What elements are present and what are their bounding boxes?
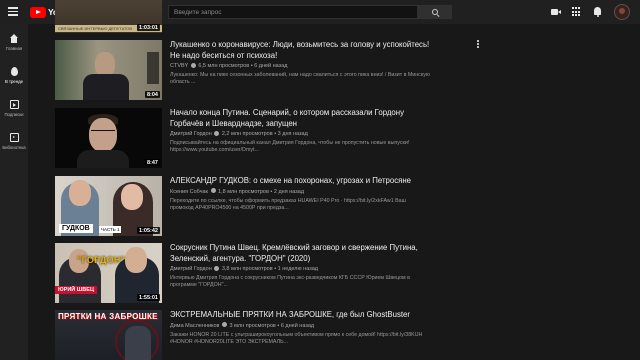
upload-age: 6 дней назад (280, 322, 315, 329)
video-thumbnail[interactable]: СВЯЗАННЫЕ ИНТЕРВЬЮ ДЕПУТАТОВ 1:03:01 (55, 0, 162, 33)
home-icon (9, 34, 19, 43)
video-thumbnail[interactable]: ПРЯТКИ НА ЗАБРОШКЕ (55, 310, 162, 360)
video-description: Закажи HONOR 20 LITE с ультраширокоуголь… (170, 331, 423, 345)
sidebar: Главная В тренде Подписки Библиотека (0, 24, 28, 360)
avatar[interactable] (614, 4, 630, 20)
thumbnail-label: "ГОРДОН" (77, 255, 126, 265)
menu-icon[interactable] (8, 7, 18, 16)
video-item: 8:47 Начало конца Путина. Сценарий, о ко… (55, 108, 485, 168)
video-duration: 1:05:42 (137, 227, 160, 234)
channel-name[interactable]: Дмитрий Гордон (170, 266, 212, 272)
verified-icon (214, 265, 220, 271)
upload-age: 6 дней назад (254, 63, 288, 69)
channel-name[interactable]: Дима Масленников (170, 323, 219, 329)
sidebar-item-label: В тренде (4, 79, 24, 84)
video-thumbnail[interactable]: ГУДКОВ ЧАСТЬ 1 1:05:42 (55, 176, 162, 236)
video-title[interactable]: Лукашенко о коронавирусе: Люди, возьмите… (170, 40, 430, 61)
thumbnail-label: ПРЯТКИ НА ЗАБРОШКЕ (58, 312, 158, 321)
video-description: Интервью Дмитрия Гордона с сокрусником П… (170, 275, 410, 288)
verified-icon (210, 188, 216, 194)
video-description: Переходите по ссылке, чтобы оформить пре… (170, 197, 406, 211)
view-count: 3,8 млн просмотров (221, 266, 273, 272)
video-meta: Дима Масленников 3 млн просмотров • 6 дн… (170, 322, 315, 329)
sidebar-item-label: Главная (5, 46, 23, 51)
library-icon (9, 133, 19, 142)
upload-age: 3 дня назад (277, 131, 308, 137)
video-thumbnail[interactable]: "ГОРДОН" ЮРИЙ ШВЕЦ 1:55:01 (55, 243, 162, 303)
view-count: 1,8 млн просмотров (218, 188, 269, 195)
play-logo-icon (30, 6, 46, 18)
video-title[interactable]: ЭКСТРЕМАЛЬНЫЕ ПРЯТКИ НА ЗАБРОШКЕ, где бы… (170, 310, 430, 321)
upload-age: 2 дня назад (273, 188, 305, 195)
video-item: "ГОРДОН" ЮРИЙ ШВЕЦ 1:55:01 Сокрусник Пут… (55, 243, 485, 303)
channel-name[interactable]: CTVBY (170, 63, 188, 69)
video-thumbnail[interactable]: 8:04 (55, 40, 162, 100)
video-meta: Ксения Собчак 1,8 млн просмотров • 2 дня… (170, 188, 305, 195)
upload-age: 1 неделю назад (277, 266, 318, 272)
video-description: Подписывайтесь на официальный канал Дмит… (170, 140, 410, 153)
video-duration: 1:03:01 (137, 24, 160, 31)
video-duration: 1:55:01 (137, 294, 160, 301)
verified-icon (214, 130, 220, 136)
video-meta: CTVBY 6,5 млн просмотров • 6 дней назад (170, 62, 288, 69)
thumbnail-sublabel: ЧАСТЬ 1 (99, 226, 122, 233)
video-item: СВЯЗАННЫЕ ИНТЕРВЬЮ ДЕПУТАТОВ 1:03:01 (55, 0, 485, 33)
video-title[interactable]: АЛЕКСАНДР ГУДКОВ: о смехе на похоронах, … (170, 176, 430, 187)
create-video-icon[interactable] (551, 7, 561, 17)
thumbnail-label: ГУДКОВ (59, 224, 93, 233)
sidebar-item-label: Библиотека (2, 145, 26, 150)
video-meta: Дмитрий Гордон 2,2 млн просмотров • 3 дн… (170, 130, 308, 137)
trending-icon (10, 67, 18, 76)
video-title[interactable]: Сокрусник Путина Швец. Кремлёвский загов… (170, 243, 430, 264)
verified-icon (222, 322, 228, 328)
sidebar-item-home[interactable]: Главная (0, 28, 28, 58)
video-duration: 8:04 (144, 91, 160, 98)
video-duration: 8:47 (144, 159, 160, 166)
view-count: 3 млн просмотров (229, 322, 276, 329)
channel-name[interactable]: Ксения Собчак (170, 189, 208, 195)
thumbnail-sublabel: ЮРИЙ ШВЕЦ (55, 286, 97, 294)
video-meta: Дмитрий Гордон 3,8 млн просмотров • 1 не… (170, 265, 318, 272)
view-count: 2,2 млн просмотров (221, 131, 273, 137)
apps-icon[interactable] (572, 7, 582, 17)
sidebar-item-label: Подписки (4, 112, 24, 117)
video-thumbnail[interactable]: 8:47 (55, 108, 162, 168)
sidebar-item-subscriptions[interactable]: Подписки (0, 94, 28, 124)
video-item: 8:04 Лукашенко о коронавирусе: Люди, воз… (55, 40, 485, 100)
sidebar-item-library[interactable]: Библиотека (0, 127, 28, 157)
video-title[interactable]: Начало конца Путина. Сценарий, о котором… (170, 108, 430, 129)
more-actions-icon[interactable] (477, 40, 480, 49)
subscriptions-icon (9, 100, 19, 109)
notifications-icon[interactable] (593, 7, 603, 17)
channel-name[interactable]: Дмитрий Гордон (170, 131, 212, 137)
sidebar-item-trending[interactable]: В тренде (0, 61, 28, 91)
video-description: Лукашенко: Мы на пике сезонных заболеван… (170, 72, 430, 85)
view-count: 6,5 млн просмотров (198, 63, 250, 69)
video-item: ГУДКОВ ЧАСТЬ 1 1:05:42 АЛЕКСАНДР ГУДКОВ:… (55, 176, 485, 236)
verified-icon (190, 62, 196, 68)
video-item: ПРЯТКИ НА ЗАБРОШКЕ ЭКСТРЕМАЛЬНЫЕ ПРЯТКИ … (55, 310, 485, 360)
